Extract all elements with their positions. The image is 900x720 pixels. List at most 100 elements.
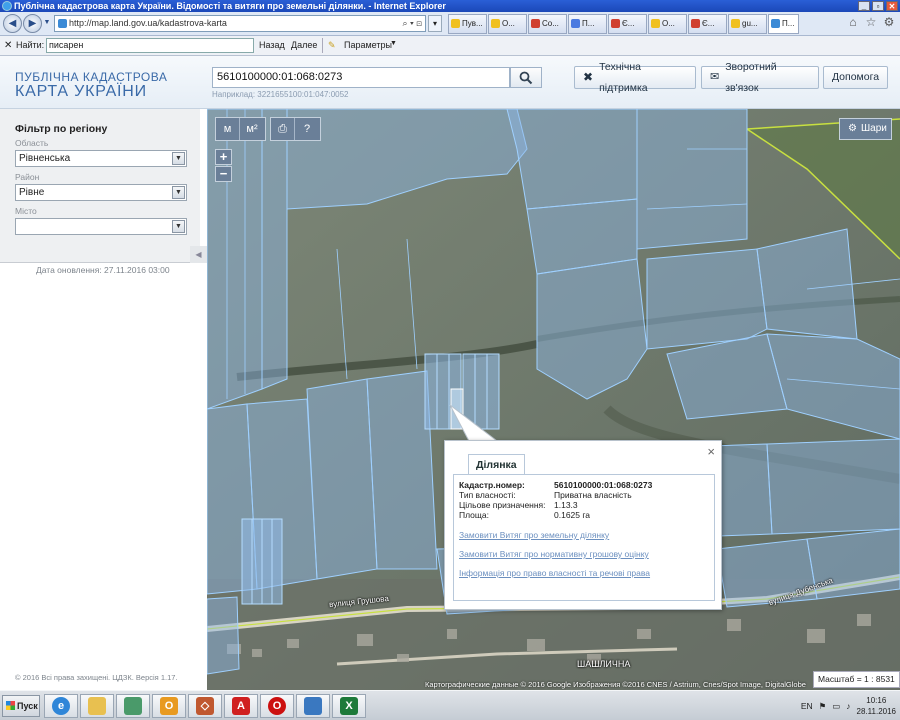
browser-tab[interactable]: gu... bbox=[728, 14, 767, 34]
network-icon bbox=[124, 697, 142, 715]
region-filter: Фільтр по регіону Область Рівненська ▼ Р… bbox=[0, 109, 200, 263]
excel-icon: X bbox=[340, 697, 358, 715]
address-bar[interactable]: http://map.land.gov.ua/kadastrova-karta … bbox=[54, 15, 426, 32]
parcel-popup: × Ділянка Кадастр.номер: 5610100000:01:0… bbox=[444, 440, 722, 610]
row-value: 5610100000:01:068:0273 bbox=[554, 480, 653, 490]
home-icon[interactable]: ⌂ bbox=[846, 15, 860, 29]
taskbar-excel[interactable]: X bbox=[332, 694, 366, 718]
search-button[interactable] bbox=[510, 67, 542, 88]
options-dropdown-icon[interactable]: ▼ bbox=[390, 40, 397, 47]
restore-button[interactable]: ▫ bbox=[872, 1, 884, 11]
browser-tab[interactable]: Є... bbox=[688, 14, 727, 34]
outlook-icon: O bbox=[160, 697, 178, 715]
city-select[interactable]: ▼ bbox=[15, 218, 187, 235]
find-close-icon[interactable]: ✕ bbox=[4, 40, 12, 51]
browser-tab[interactable]: О... bbox=[648, 14, 687, 34]
highlight-icon[interactable]: ✎ bbox=[328, 40, 336, 51]
region-label: Область bbox=[15, 138, 49, 148]
start-button[interactable]: Пуск bbox=[2, 695, 40, 717]
cadastral-search-input[interactable]: 5610100000:01:068:0273 bbox=[212, 67, 510, 88]
clock[interactable]: 10:16 28.11.2016 bbox=[857, 695, 896, 717]
forward-button[interactable]: ▶ bbox=[23, 14, 42, 33]
find-prev-button[interactable]: Назад bbox=[259, 40, 285, 50]
taskbar-network[interactable] bbox=[116, 694, 150, 718]
measure-length-button[interactable]: м bbox=[216, 118, 240, 140]
layers-button[interactable]: ⚙ Шари bbox=[839, 118, 892, 140]
browser-tab[interactable]: Є... bbox=[608, 14, 647, 34]
district-select[interactable]: Рівне ▼ bbox=[15, 184, 187, 201]
row-value: 0.1625 га bbox=[554, 510, 591, 520]
ie-icon: e bbox=[52, 697, 70, 715]
popup-tab[interactable]: Ділянка bbox=[468, 454, 525, 475]
taskbar-window[interactable] bbox=[296, 694, 330, 718]
district-value: Рівне bbox=[19, 187, 45, 198]
order-extract-link[interactable]: Замовити Витяг про земельну ділянку bbox=[459, 530, 609, 540]
back-button[interactable]: ◀ bbox=[3, 14, 22, 33]
browser-tab[interactable]: Пув... bbox=[448, 14, 487, 34]
close-button[interactable]: ✕ bbox=[886, 1, 898, 11]
map-attribution: Картографические данные © 2016 Google Из… bbox=[425, 680, 806, 689]
help-button[interactable]: Допомога bbox=[823, 66, 888, 89]
monitor-icon[interactable]: ▭ bbox=[832, 701, 840, 712]
region-select[interactable]: Рівненська ▼ bbox=[15, 150, 187, 167]
region-value: Рівненська bbox=[19, 153, 71, 164]
info-query-icon[interactable]: ? bbox=[295, 118, 319, 140]
row-label: Цільове призначення: bbox=[459, 500, 546, 510]
taskbar-acrobat[interactable]: A bbox=[224, 694, 258, 718]
zoom-in-button[interactable]: + bbox=[215, 149, 232, 165]
poi-label: ШАШЛИЧНА bbox=[577, 659, 631, 669]
history-dropdown-icon[interactable]: ▼ bbox=[42, 14, 52, 33]
opera-icon: O bbox=[268, 697, 286, 715]
volume-icon[interactable]: ♪ bbox=[846, 701, 850, 711]
search-hint: Наприклад: 3221655100:01:047:0052 bbox=[212, 90, 349, 99]
measure-area-button[interactable]: м² bbox=[240, 118, 264, 140]
taskbar-ie[interactable]: e bbox=[44, 694, 78, 718]
taskbar-outlook[interactable]: O bbox=[152, 694, 186, 718]
browser-tab[interactable]: Со... bbox=[528, 14, 567, 34]
taskbar-app[interactable]: ◇ bbox=[188, 694, 222, 718]
zoom-out-button[interactable]: − bbox=[215, 166, 232, 182]
taskbar-opera[interactable]: O bbox=[260, 694, 294, 718]
row-value: Приватна власність bbox=[554, 490, 632, 500]
find-separator bbox=[322, 38, 323, 53]
flag-icon[interactable]: ⚑ bbox=[819, 701, 827, 712]
browser-toolbar: ◀ ▶ ▼ http://map.land.gov.ua/kadastrova-… bbox=[0, 12, 900, 36]
chevron-down-icon: ▼ bbox=[172, 186, 185, 199]
map-view[interactable]: м м² ⎙ ? + − ⚙ Шари вулиця Грушова вулиц… bbox=[207, 109, 900, 690]
compat-view-icon[interactable]: ▾ bbox=[428, 15, 442, 32]
find-options-button[interactable]: Параметры bbox=[344, 40, 392, 50]
folder-icon bbox=[88, 697, 106, 715]
row-label: Тип власності: bbox=[459, 490, 516, 500]
browser-tab[interactable]: О... bbox=[488, 14, 527, 34]
logo-line2: КАРТА УКРАЇНИ bbox=[15, 83, 147, 100]
help-label: Допомога bbox=[831, 71, 880, 83]
row-label: Кадастр.номер: bbox=[459, 480, 525, 490]
language-indicator[interactable]: EN bbox=[801, 701, 813, 711]
row-label: Площа: bbox=[459, 510, 489, 520]
print-info-tools: ⎙ ? bbox=[270, 117, 321, 141]
close-icon[interactable]: × bbox=[707, 444, 715, 459]
collapse-sidebar-icon[interactable]: ◀ bbox=[190, 246, 207, 263]
favorites-star-icon[interactable]: ☆ bbox=[864, 15, 878, 29]
find-next-button[interactable]: Далее bbox=[291, 40, 317, 50]
window-icon bbox=[304, 697, 322, 715]
print-icon[interactable]: ⎙ bbox=[271, 118, 295, 140]
browser-tab[interactable]: П... bbox=[568, 14, 607, 34]
taskbar: Пуск e O ◇ A O X EN ⚑ ▭ ♪ 10:16 28.11.20… bbox=[0, 690, 900, 720]
feedback-button[interactable]: ✉ Зворотний зв'язок bbox=[701, 61, 819, 94]
order-valuation-link[interactable]: Замовити Витяг про нормативну грошову оц… bbox=[459, 549, 649, 559]
find-input[interactable]: писарен bbox=[46, 38, 254, 53]
tech-support-button[interactable]: ✖ Технічна підтримка bbox=[574, 61, 696, 94]
address-text: http://map.land.gov.ua/kadastrova-karta bbox=[69, 18, 227, 28]
settings-gear-icon[interactable]: ⚙ bbox=[882, 15, 896, 29]
filter-title: Фільтр по регіону bbox=[15, 123, 108, 135]
taskbar-explorer[interactable] bbox=[80, 694, 114, 718]
ownership-info-link[interactable]: Інформація про право власності та речові… bbox=[459, 568, 650, 578]
city-label: Місто bbox=[15, 206, 37, 216]
browser-tab-active[interactable]: П... bbox=[768, 14, 799, 34]
address-tools: ⌕ ▾ ⊡ bbox=[402, 18, 422, 28]
district-label: Район bbox=[15, 172, 40, 182]
minimize-button[interactable]: _ bbox=[858, 1, 870, 11]
chevron-down-icon: ▼ bbox=[172, 152, 185, 165]
tools-icon: ✖ bbox=[583, 70, 594, 84]
